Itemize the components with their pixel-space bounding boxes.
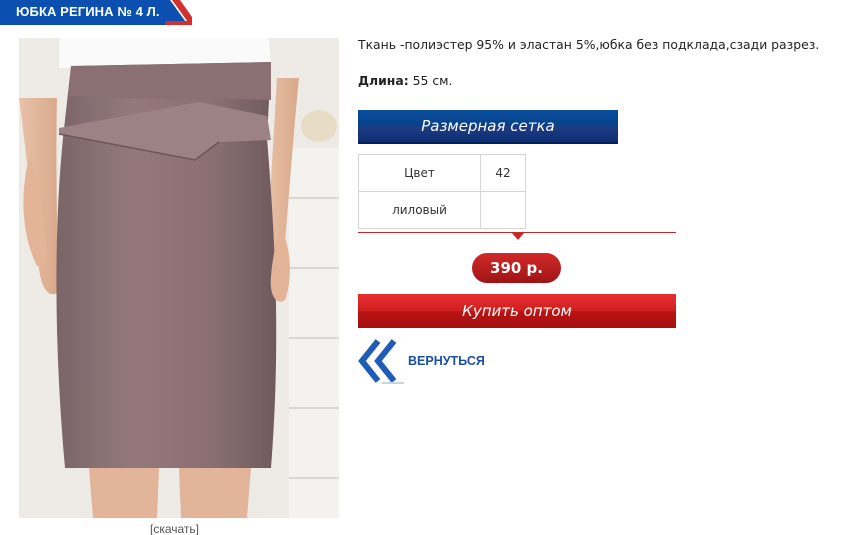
table-row: Цвет 42 (358, 154, 526, 192)
table-row: лиловый (358, 191, 526, 229)
buy-wholesale-button[interactable]: Купить оптом (358, 294, 676, 328)
size-chart-label: Размерная сетка (421, 117, 555, 135)
back-link[interactable]: ВЕРНУТЬСЯ (358, 337, 508, 387)
product-photo-image (19, 38, 339, 518)
buy-wholesale-label: Купить оптом (462, 302, 572, 320)
price-pointer-icon (512, 233, 524, 240)
download-link[interactable]: [скачать] (150, 522, 199, 535)
table-cell-quantity[interactable] (480, 191, 526, 229)
table-header-color: Цвет (358, 154, 481, 192)
size-chart-button[interactable]: Размерная сетка (358, 110, 618, 144)
size-table: Цвет 42 лиловый (358, 154, 526, 229)
table-header-size: 42 (480, 154, 526, 192)
page-title: ЮБКА РЕГИНА № 4 Л. (16, 4, 160, 19)
product-title-badge: ЮБКА РЕГИНА № 4 Л. (0, 0, 192, 25)
back-label: ВЕРНУТЬСЯ (408, 354, 485, 368)
length-row: Длина: 55 см. (358, 73, 452, 88)
length-value: 55 см. (412, 73, 453, 88)
double-chevron-left-icon (358, 337, 404, 385)
product-description: Ткань -полиэстер 95% и эластан 5%,юбка б… (358, 37, 820, 52)
length-label: Длина: (358, 73, 409, 88)
price-value: 390 р. (490, 259, 543, 277)
table-cell-color: лиловый (358, 191, 481, 229)
product-photo[interactable] (19, 38, 339, 518)
price-badge: 390 р. (472, 253, 561, 283)
